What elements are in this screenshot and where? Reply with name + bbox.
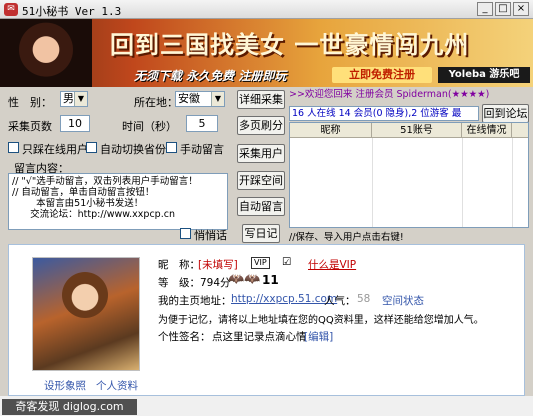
whisper-checkbox[interactable] bbox=[180, 228, 191, 239]
space-status-link[interactable]: 空间状态 bbox=[382, 293, 424, 308]
banner-headline: 回到三国找美女 一世豪情闯九州 bbox=[110, 31, 470, 59]
only-online-checkbox[interactable] bbox=[8, 142, 19, 153]
popularity-value: 58 bbox=[357, 293, 371, 305]
write-log-button[interactable]: 写日记 bbox=[242, 224, 280, 243]
collect-users-button[interactable]: 采集用户 bbox=[237, 144, 285, 163]
interval-label: 时间（秒） bbox=[122, 120, 177, 133]
grid-divider bbox=[512, 138, 513, 227]
what-is-vip-link[interactable]: 什么是VIP bbox=[308, 257, 356, 272]
level-label: 等 级：794分 bbox=[158, 277, 231, 289]
watermark-text: 奇客发现 diglog.com bbox=[2, 399, 137, 415]
online-status: 16 人在线 14 会员(0 隐身),2 位游客 最 bbox=[289, 106, 479, 121]
grid-header: 昵称 51账号 在线情况 bbox=[290, 123, 528, 138]
gender-select[interactable]: 男 ▼ bbox=[60, 91, 88, 107]
vip-badge: VIP bbox=[251, 257, 270, 269]
app-icon: ✉ bbox=[4, 3, 18, 16]
multi-refresh-button[interactable]: 多页刷分 bbox=[237, 116, 285, 135]
column-51-account[interactable]: 51账号 bbox=[372, 123, 462, 138]
banner-brand-logo: Yoleba 游乐吧 bbox=[438, 67, 530, 83]
back-forum-button[interactable]: 回到论坛 bbox=[482, 104, 529, 123]
profile-note: 为便于记忆，请将以上地址填在您的QQ资料里，这样还能给您增加人气。 bbox=[158, 315, 484, 326]
level-bat-icon: 🦇🦇 bbox=[228, 272, 261, 287]
location-select[interactable]: 安徽 ▼ bbox=[175, 91, 225, 107]
user-list-grid[interactable]: 昵称 51账号 在线情况 bbox=[289, 122, 529, 228]
nick-value[interactable]: [未填写] bbox=[198, 257, 238, 272]
message-textarea[interactable]: // "√"选手动留言，双击列表用户手动留言！ // 自动留言，单击自动留言按钮… bbox=[8, 173, 228, 230]
grid-divider bbox=[372, 138, 373, 227]
close-button[interactable]: × bbox=[513, 2, 529, 16]
avatar-face bbox=[62, 272, 108, 318]
auto-switch-checkbox[interactable] bbox=[86, 142, 97, 153]
edit-signature-link[interactable]: [编辑] bbox=[304, 329, 333, 344]
set-photo-link[interactable]: 设形象照 bbox=[44, 378, 86, 393]
banner-ad[interactable]: 回到三国找美女 一世豪情闯九州 无须下载 永久免费 注册即玩 立即免费注册 Yo… bbox=[0, 19, 533, 87]
home-url-label: 我的主页地址： bbox=[158, 295, 232, 307]
banner-register-button[interactable]: 立即免费注册 bbox=[332, 67, 432, 83]
popularity-label: 人气： bbox=[324, 295, 356, 307]
banner-girl-image bbox=[0, 19, 92, 87]
banner-subline: 无须下载 永久免费 注册即玩 bbox=[134, 69, 287, 83]
auto-message-button[interactable]: 自动留言 bbox=[237, 197, 285, 216]
home-url-link[interactable]: http://xxpcp.51.com bbox=[231, 293, 337, 305]
maximize-button[interactable]: □ bbox=[495, 2, 511, 16]
column-online-status[interactable]: 在线情况 bbox=[462, 123, 512, 138]
minimize-button[interactable]: _ bbox=[477, 2, 493, 16]
chevron-down-icon: ▼ bbox=[211, 92, 224, 106]
detail-collect-button[interactable]: 详细采集 bbox=[237, 90, 285, 109]
window-title: 51小秘书 Ver 1.3 bbox=[22, 5, 122, 18]
open-space-button[interactable]: 开踩空间 bbox=[237, 171, 285, 190]
level-number: 11 bbox=[262, 273, 279, 287]
nick-label: 昵 称： bbox=[158, 259, 200, 271]
gender-label: 性 别： bbox=[8, 96, 52, 109]
check-icon: ☑ bbox=[282, 256, 292, 268]
manual-message-checkbox[interactable] bbox=[166, 142, 177, 153]
chevron-down-icon: ▼ bbox=[74, 92, 87, 106]
signature-label: 个性签名： bbox=[158, 331, 211, 343]
only-online-label: 只踩在线用户 bbox=[22, 143, 88, 156]
location-label: 所在地： bbox=[134, 96, 178, 109]
profile-info-link[interactable]: 个人资料 bbox=[96, 378, 138, 393]
grid-divider bbox=[462, 138, 463, 227]
pages-input[interactable]: 10 bbox=[60, 115, 90, 132]
column-nickname[interactable]: 昵称 bbox=[290, 123, 372, 138]
whisper-label: 悄悄话 bbox=[194, 229, 227, 242]
signature-value: 点这里记录点滴心情 bbox=[212, 331, 307, 343]
grid-hint: //保存、导入用户点击右键! bbox=[289, 232, 404, 243]
pages-label: 采集页数 bbox=[8, 120, 52, 133]
auto-switch-label: 自动切换省份 bbox=[100, 143, 166, 156]
manual-message-label: 手动留言 bbox=[180, 143, 224, 156]
interval-input[interactable]: 5 bbox=[186, 115, 218, 132]
welcome-text: >>欢迎您回来 注册会员 Spiderman(★★★★) bbox=[289, 89, 490, 100]
